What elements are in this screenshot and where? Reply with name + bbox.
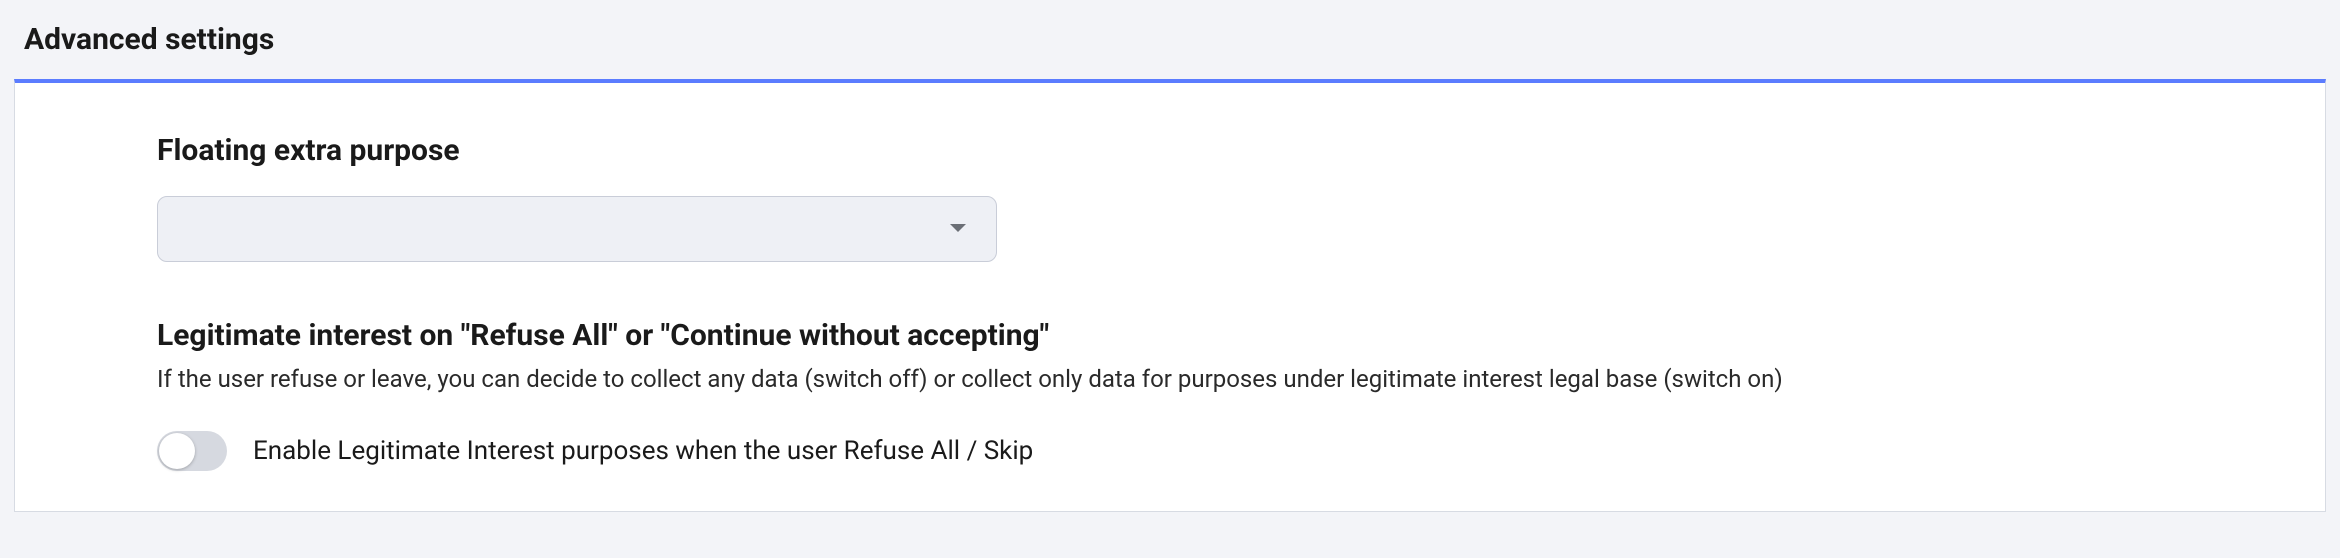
floating-purpose-select[interactable] <box>157 196 997 262</box>
floating-purpose-heading: Floating extra purpose <box>157 133 2235 168</box>
legitimate-interest-toggle-label: Enable Legitimate Interest purposes when… <box>253 436 1033 466</box>
toggle-knob <box>159 433 195 469</box>
panel-title: Advanced settings <box>0 0 2340 79</box>
legitimate-interest-toggle-row: Enable Legitimate Interest purposes when… <box>157 431 2235 471</box>
legitimate-interest-heading: Legitimate interest on "Refuse All" or "… <box>157 318 2235 353</box>
legitimate-interest-toggle[interactable] <box>157 431 227 471</box>
floating-purpose-select-wrap <box>157 196 997 262</box>
legitimate-interest-description: If the user refuse or leave, you can dec… <box>157 363 2235 395</box>
advanced-settings-panel: Floating extra purpose Legitimate intere… <box>14 79 2326 512</box>
